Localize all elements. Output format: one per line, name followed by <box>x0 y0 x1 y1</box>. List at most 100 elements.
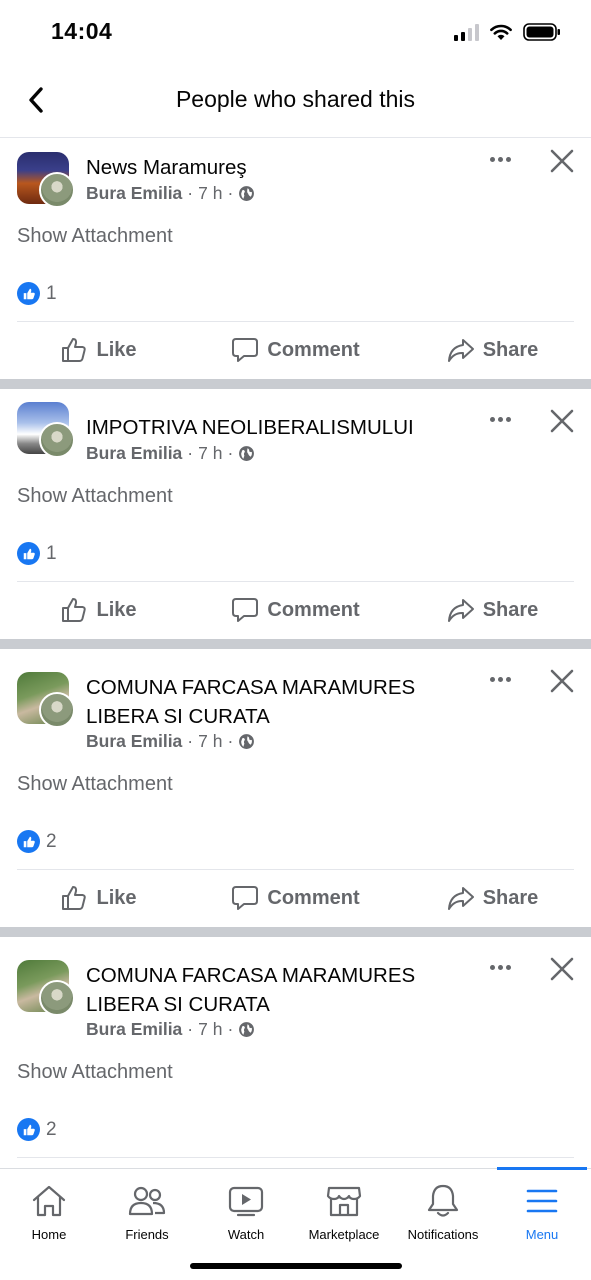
post-actions: Like Comment Share <box>0 582 591 638</box>
share-button[interactable]: Share <box>394 582 591 638</box>
post-avatar[interactable] <box>17 672 77 730</box>
post-page-name[interactable]: IMPOTRIVA NEOLIBERALISMULUI <box>86 413 466 442</box>
globe-icon <box>239 186 255 201</box>
friends-icon <box>128 1186 166 1216</box>
user-avatar[interactable] <box>39 172 75 208</box>
like-reaction-icon <box>17 542 40 565</box>
comment-button[interactable]: Comment <box>197 582 394 638</box>
thumbs-up-icon <box>62 338 87 362</box>
share-label: Share <box>482 338 539 361</box>
tab-label: Friends <box>125 1227 169 1242</box>
reactions-summary[interactable]: 1 <box>17 282 57 305</box>
post-meta: Bura Emilia · 7 h · <box>86 731 255 752</box>
show-attachment-link[interactable]: Show Attachment <box>17 485 173 508</box>
like-reaction-icon <box>17 1118 40 1141</box>
like-label: Like <box>96 338 137 361</box>
like-count: 2 <box>46 830 57 852</box>
shares-feed[interactable]: News Maramureş Bura Emilia · 7 h · Show … <box>0 139 591 1168</box>
tab-label: Menu <box>525 1227 559 1242</box>
tab-home[interactable]: Home <box>0 1169 98 1253</box>
like-reaction-icon <box>17 282 40 305</box>
user-avatar[interactable] <box>39 422 75 458</box>
post-time[interactable]: 7 h <box>198 183 222 204</box>
comment-button[interactable]: Comment <box>197 870 394 926</box>
post-separator <box>0 639 591 649</box>
post-avatar[interactable] <box>17 152 77 210</box>
close-icon[interactable] <box>548 147 576 175</box>
comment-label: Comment <box>267 598 360 621</box>
close-icon[interactable] <box>548 407 576 435</box>
shared-post: IMPOTRIVA NEOLIBERALISMULUI Bura Emilia … <box>0 389 591 639</box>
post-page-name[interactable]: COMUNA FARCASA MARAMURES LIBERA SI CURAT… <box>86 673 466 731</box>
more-options-button[interactable] <box>486 409 514 429</box>
post-page-name[interactable]: COMUNA FARCASA MARAMURES LIBERA SI CURAT… <box>86 961 466 1019</box>
post-actions: Like Comment Share <box>0 322 591 378</box>
tab-notifications[interactable]: Notifications <box>394 1169 492 1253</box>
post-author[interactable]: Bura Emilia <box>86 731 182 752</box>
tab-menu[interactable]: Menu <box>493 1169 591 1253</box>
reactions-summary[interactable]: 2 <box>17 1118 57 1141</box>
status-bar: 14:04 <box>0 0 591 64</box>
tab-label: Marketplace <box>308 1227 380 1242</box>
post-avatar[interactable] <box>17 960 77 1018</box>
post-time[interactable]: 7 h <box>198 443 222 464</box>
cellular-signal-icon <box>454 23 479 41</box>
more-options-button[interactable] <box>486 957 514 977</box>
like-count: 1 <box>46 542 57 564</box>
user-avatar[interactable] <box>39 980 75 1016</box>
header: People who shared this <box>0 64 591 138</box>
more-options-button[interactable] <box>486 149 514 169</box>
thumbs-up-icon <box>62 886 87 910</box>
tab-marketplace[interactable]: Marketplace <box>295 1169 393 1253</box>
tab-label: Watch <box>227 1227 265 1242</box>
post-time[interactable]: 7 h <box>198 1019 222 1040</box>
post-author[interactable]: Bura Emilia <box>86 183 182 204</box>
comment-icon <box>232 338 259 362</box>
post-author[interactable]: Bura Emilia <box>86 1019 182 1040</box>
marketplace-icon <box>326 1186 362 1217</box>
tab-watch[interactable]: Watch <box>197 1169 295 1253</box>
post-meta: Bura Emilia · 7 h · <box>86 443 255 464</box>
comment-button[interactable]: Comment <box>197 322 394 378</box>
post-separator <box>0 927 591 937</box>
post-page-name[interactable]: News Maramureş <box>86 153 466 182</box>
show-attachment-link[interactable]: Show Attachment <box>17 1061 173 1084</box>
show-attachment-link[interactable]: Show Attachment <box>17 225 173 248</box>
post-meta: Bura Emilia · 7 h · <box>86 1019 255 1040</box>
bottom-tab-bar: Home Friends Watch Marketplace Notificat… <box>0 1167 591 1280</box>
share-label: Share <box>482 886 539 909</box>
show-attachment-link[interactable]: Show Attachment <box>17 773 173 796</box>
post-time[interactable]: 7 h <box>198 731 222 752</box>
share-icon <box>447 599 474 622</box>
bell-icon <box>427 1184 459 1217</box>
post-actions: Like Comment Share <box>0 870 591 926</box>
reactions-summary[interactable]: 2 <box>17 830 57 853</box>
reactions-summary[interactable]: 1 <box>17 542 57 565</box>
globe-icon <box>239 734 255 749</box>
post-avatar[interactable] <box>17 402 77 460</box>
share-button[interactable]: Share <box>394 322 591 378</box>
like-button[interactable]: Like <box>0 322 197 378</box>
close-icon[interactable] <box>548 955 576 983</box>
close-icon[interactable] <box>548 667 576 695</box>
user-avatar[interactable] <box>39 692 75 728</box>
share-button[interactable]: Share <box>394 870 591 926</box>
status-time: 14:04 <box>51 18 113 44</box>
battery-icon <box>523 23 560 41</box>
comment-label: Comment <box>267 338 360 361</box>
like-count: 1 <box>46 282 57 304</box>
home-icon <box>32 1185 66 1217</box>
like-button[interactable]: Like <box>0 870 197 926</box>
more-options-button[interactable] <box>486 669 514 689</box>
tab-label: Home <box>31 1227 67 1242</box>
tab-label: Notifications <box>407 1227 479 1242</box>
tab-friends[interactable]: Friends <box>98 1169 196 1253</box>
like-button[interactable]: Like <box>0 582 197 638</box>
post-separator <box>0 379 591 389</box>
page-title: People who shared this <box>175 86 416 112</box>
divider <box>17 1157 574 1158</box>
like-label: Like <box>96 598 137 621</box>
home-indicator[interactable] <box>190 1263 402 1269</box>
post-author[interactable]: Bura Emilia <box>86 443 182 464</box>
shared-post: COMUNA FARCASA MARAMURES LIBERA SI CURAT… <box>0 937 591 1168</box>
